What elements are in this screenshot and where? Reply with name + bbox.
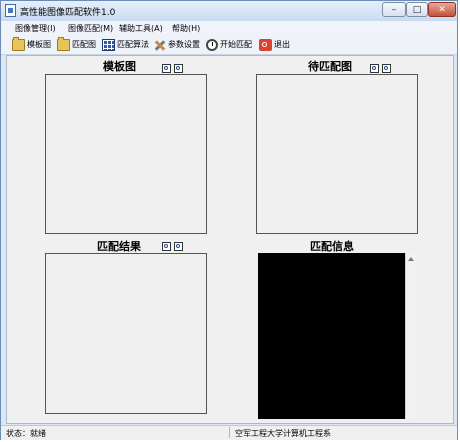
open-folder-icon (57, 36, 70, 51)
match-info-output (258, 253, 405, 419)
exit-icon (259, 38, 272, 51)
exit-button[interactable]: 退出 (259, 37, 290, 52)
start-matching-button[interactable]: 开始匹配 (206, 37, 252, 52)
status-text: 状态：就绪 (6, 429, 46, 438)
match-algorithm-button[interactable]: 匹配算法 (102, 37, 149, 52)
target-panel-title: 待匹配图 (308, 60, 352, 73)
minimize-button[interactable]: – (382, 2, 406, 17)
zoom-in-icon[interactable] (162, 64, 171, 73)
zoom-in-icon[interactable] (370, 64, 379, 73)
close-button[interactable]: ✕ (428, 2, 456, 17)
maximize-button[interactable]: □ (406, 2, 428, 17)
main-area: 模板图 待匹配图 匹配结果 匹配信息 (6, 55, 454, 424)
status-divider (229, 427, 230, 438)
zoom-out-icon[interactable] (382, 64, 391, 73)
result-panel-title: 匹配结果 (97, 240, 141, 253)
app-window: 高性能图像匹配软件1.0 – □ ✕ 图像管理(I) 图像匹配(M) 辅助工具(… (0, 0, 458, 440)
parameter-settings-label: 参数设置 (168, 40, 200, 49)
status-credit: 空军工程大学计算机工程系 (235, 429, 331, 438)
parameter-settings-button[interactable]: 参数设置 (153, 37, 200, 52)
result-image-panel (45, 253, 207, 414)
zoom-out-icon[interactable] (174, 242, 183, 251)
match-image-button[interactable]: 匹配图 (57, 36, 96, 52)
match-algorithm-label: 匹配算法 (117, 40, 149, 49)
clock-icon (206, 38, 218, 51)
scroll-up-icon[interactable] (408, 257, 414, 261)
exit-label: 退出 (274, 40, 290, 49)
zoom-in-icon[interactable] (162, 242, 171, 251)
template-panel-title: 模板图 (103, 60, 136, 73)
menu-image-matching[interactable]: 图像匹配(M) (68, 23, 113, 34)
app-icon (5, 4, 16, 17)
match-image-label: 匹配图 (72, 40, 96, 49)
grid-table-icon (102, 38, 115, 51)
info-panel-title: 匹配信息 (310, 240, 354, 253)
menu-aux-tools[interactable]: 辅助工具(A) (119, 23, 163, 34)
template-image-label: 模板图 (27, 40, 51, 49)
template-image-button[interactable]: 模板图 (12, 36, 51, 52)
title-bar: 高性能图像匹配软件1.0 – □ ✕ (1, 1, 457, 21)
status-bar: 状态：就绪 空军工程大学计算机工程系 (1, 425, 457, 440)
tools-icon (153, 39, 166, 51)
menu-bar: 图像管理(I) 图像匹配(M) 辅助工具(A) 帮助(H) (1, 21, 457, 35)
zoom-out-icon[interactable] (174, 64, 183, 73)
template-image-panel (45, 74, 207, 234)
menu-image-management[interactable]: 图像管理(I) (15, 23, 56, 34)
window-title: 高性能图像匹配软件1.0 (20, 8, 116, 18)
open-folder-icon (12, 36, 25, 51)
toolbar: 模板图 匹配图 匹配算法 参数设置 开始匹配 退出 (1, 35, 457, 55)
target-image-panel (256, 74, 418, 234)
start-matching-label: 开始匹配 (220, 40, 252, 49)
info-scrollbar[interactable] (405, 253, 415, 419)
menu-help[interactable]: 帮助(H) (172, 23, 200, 34)
